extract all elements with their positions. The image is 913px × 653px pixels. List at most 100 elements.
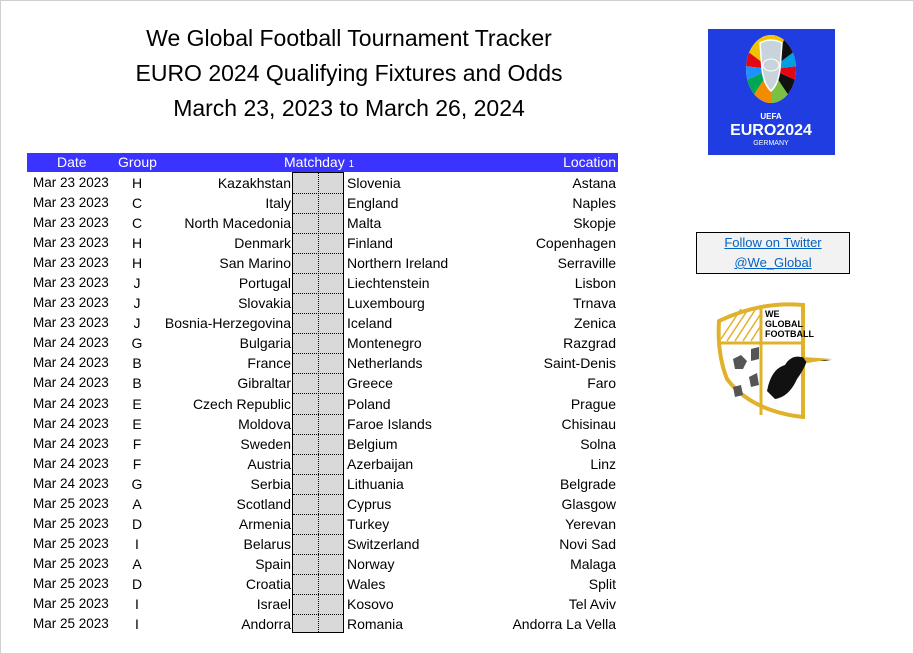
twitter-handle-link[interactable]: @We_Global xyxy=(697,253,849,273)
home-team: Portugal xyxy=(238,275,291,292)
score-row-divider xyxy=(293,233,343,235)
fixture-location: Glasgow xyxy=(561,495,616,512)
fixture-group: C xyxy=(131,215,143,232)
home-team: Armenia xyxy=(238,515,291,532)
fixture-location: Razgrad xyxy=(563,335,616,352)
away-team: Turkey xyxy=(347,515,390,532)
home-team: Scotland xyxy=(236,495,291,512)
fixture-group: B xyxy=(132,355,142,372)
fixture-date: Mar 23 2023 xyxy=(33,215,109,231)
away-team: Northern Ireland xyxy=(347,255,449,272)
follow-twitter-link[interactable]: Follow on Twitter xyxy=(697,233,849,253)
home-team: Sweden xyxy=(240,435,291,452)
score-row-divider xyxy=(293,393,343,395)
away-team: Kosovo xyxy=(347,595,394,612)
home-team: Kazakhstan xyxy=(217,175,291,191)
home-team: Andorra xyxy=(241,616,291,633)
header-location: Location xyxy=(563,154,616,170)
fixture-group: D xyxy=(131,575,143,592)
fixture-location: Skopje xyxy=(573,215,616,232)
fixture-group: G xyxy=(131,335,143,352)
fixture-date: Mar 23 2023 xyxy=(33,175,109,190)
fixture-group: J xyxy=(133,275,141,292)
score-row-divider xyxy=(293,573,343,575)
score-row-divider xyxy=(293,213,343,215)
fixture-date: Mar 23 2023 xyxy=(33,195,109,211)
fixture-location: Chisinau xyxy=(561,415,616,432)
away-team: Montenegro xyxy=(347,335,422,352)
home-team: Bosnia-Herzegovina xyxy=(164,315,291,332)
title-line-3: March 23, 2023 to March 26, 2024 xyxy=(173,95,525,121)
fixture-location: Split xyxy=(588,575,616,592)
away-team: Faroe Islands xyxy=(347,415,432,432)
score-row-divider xyxy=(293,353,343,355)
home-team: France xyxy=(247,355,291,372)
fixture-location: Novi Sad xyxy=(559,535,616,552)
home-team: Czech Republic xyxy=(192,395,291,412)
fixture-date: Mar 25 2023 xyxy=(33,515,109,531)
fixture-location: Solna xyxy=(580,435,616,452)
fixture-group: F xyxy=(132,455,142,472)
fixture-location: Saint-Denis xyxy=(543,355,616,372)
score-row-divider xyxy=(293,373,343,375)
away-team: Wales xyxy=(347,575,386,592)
fixture-group: E xyxy=(132,395,142,412)
away-team: Finland xyxy=(347,235,393,252)
fixture-location: Lisbon xyxy=(574,275,616,292)
away-team: Norway xyxy=(347,555,395,572)
home-team: Belarus xyxy=(243,535,291,552)
away-team: Belgium xyxy=(347,435,398,452)
home-team: Israel xyxy=(256,595,291,612)
fixture-location: Copenhagen xyxy=(535,235,616,252)
euro2024-text: EURO2024 xyxy=(730,122,812,139)
fixture-date: Mar 24 2023 xyxy=(33,375,109,391)
fixture-date: Mar 23 2023 xyxy=(33,295,109,311)
away-team: Netherlands xyxy=(347,355,423,372)
score-row-divider xyxy=(293,513,343,515)
home-team: Croatia xyxy=(245,575,291,592)
fixture-date: Mar 24 2023 xyxy=(33,395,109,411)
fixture-date: Mar 25 2023 xyxy=(33,595,109,611)
fixture-group: H xyxy=(131,255,143,272)
fixture-location: Astana xyxy=(572,175,616,191)
away-team: Luxembourg xyxy=(347,295,425,312)
away-team: Liechtenstein xyxy=(347,275,430,292)
home-team: Slovakia xyxy=(238,295,291,312)
fixture-group: G xyxy=(131,475,143,492)
score-row-divider xyxy=(293,273,343,275)
score-row-divider xyxy=(293,313,343,315)
fixture-group: A xyxy=(132,555,142,572)
home-team: Denmark xyxy=(234,235,291,252)
home-team: Spain xyxy=(255,555,291,572)
fixture-date: Mar 23 2023 xyxy=(33,235,109,251)
fixture-date: Mar 25 2023 xyxy=(33,575,109,591)
fixture-group: B xyxy=(132,375,142,392)
header-group: Group xyxy=(118,154,157,170)
crest-text-we: WE xyxy=(765,309,780,319)
fixture-date: Mar 25 2023 xyxy=(33,555,109,571)
header-matchday-number: 1 xyxy=(348,159,355,170)
fixture-date: Mar 25 2023 xyxy=(33,495,109,511)
away-team: Cyprus xyxy=(347,495,392,512)
fixture-date: Mar 24 2023 xyxy=(33,475,109,491)
fixture-group: F xyxy=(132,435,142,452)
score-row-divider xyxy=(293,533,343,535)
home-team: San Marino xyxy=(219,255,291,272)
score-row-divider xyxy=(293,293,343,295)
header-matchday: Matchday 1 xyxy=(284,153,354,174)
crest-text-football: FOOTBALL xyxy=(765,329,814,339)
header-date: Date xyxy=(57,154,87,170)
score-row-divider xyxy=(293,593,343,595)
fixture-group: I xyxy=(135,595,139,612)
fixture-date: Mar 23 2023 xyxy=(33,315,109,331)
away-team: Poland xyxy=(347,395,391,412)
home-team: North Macedonia xyxy=(184,215,291,232)
fixture-location: Zenica xyxy=(573,315,616,332)
fixture-group: C xyxy=(131,195,143,212)
crest-shield-icon: WE GLOBAL FOOTBALL xyxy=(716,302,833,420)
score-entry-grid[interactable] xyxy=(292,172,344,633)
header-matchday-label: Matchday xyxy=(284,154,345,170)
home-team: Serbia xyxy=(250,475,291,492)
fixture-date: Mar 25 2023 xyxy=(33,616,109,632)
home-team: Bulgaria xyxy=(239,335,291,352)
